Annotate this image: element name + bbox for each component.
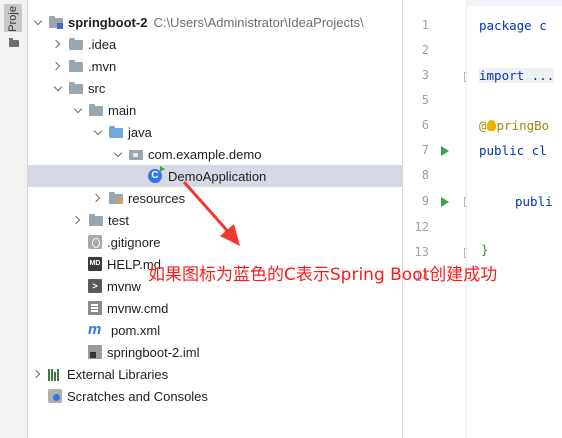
tree-item-label: com.example.demo <box>148 146 262 162</box>
project-tool-window-strip: Proje <box>0 0 28 438</box>
tree-item-label: pom.xml <box>111 322 161 338</box>
tree-item-label: External Libraries <box>67 366 169 382</box>
tree-row-mvn[interactable]: .mvn <box>28 55 402 77</box>
tree-row-mvnw-cmd[interactable]: mvnw.cmd <box>28 297 402 319</box>
code-line-package: package c <box>479 18 547 33</box>
line-number: 5 <box>421 93 429 107</box>
text-file-icon <box>88 301 102 315</box>
tree-item-label: .mvn <box>88 58 117 74</box>
annotation-text: pringBo <box>496 118 550 133</box>
gitignore-file-icon <box>88 235 102 249</box>
editor-top-highlight <box>467 0 562 6</box>
line-number: 6 <box>421 118 429 132</box>
markdown-file-icon: MD <box>88 257 102 271</box>
run-gutter-icon[interactable] <box>441 197 449 207</box>
tree-row-main[interactable]: main <box>28 99 402 121</box>
maven-pom-icon: m <box>88 321 102 338</box>
red-arrow-icon <box>182 181 240 246</box>
tree-item-label: java <box>128 124 152 140</box>
tree-row-com-example-demo[interactable]: com.example.demo <box>28 143 402 165</box>
chevron-down-icon[interactable] <box>92 126 104 138</box>
chevron-down-icon[interactable] <box>32 16 44 28</box>
tree-row-springboot-2[interactable]: springboot-2 C:\Users\Administrator\Idea… <box>28 11 402 33</box>
tree-item-label: mvnw <box>107 278 141 294</box>
chevron-right-icon[interactable] <box>72 214 84 226</box>
tree-item-label: src <box>88 80 106 96</box>
code-line-import: import ... <box>479 68 555 83</box>
code-line-method: publi <box>515 194 553 209</box>
line-number: 13 <box>414 245 429 259</box>
code-line-class: public cl <box>479 143 547 158</box>
editor-gutter: 1 2 3 5 6 7 8 9 12 13 14 <box>403 0 474 438</box>
tree-item-label: .gitignore <box>107 234 161 250</box>
line-number: 12 <box>414 220 429 234</box>
line-number: 3 <box>421 68 429 82</box>
code-line-close-brace: } <box>481 242 489 257</box>
tree-row-scratches[interactable]: Scratches and Consoles <box>28 385 402 407</box>
tree-row-external-libraries[interactable]: External Libraries <box>28 363 402 385</box>
line-number: 9 <box>421 194 429 208</box>
lightbulb-icon[interactable] <box>486 120 496 131</box>
tree-row-src[interactable]: src <box>28 77 402 99</box>
shell-script-icon: > <box>88 279 102 293</box>
tree-row-pom-xml[interactable]: m pom.xml <box>28 319 402 341</box>
tree-item-label: springboot-2.iml <box>107 344 200 360</box>
folder-icon <box>88 103 104 117</box>
module-folder-icon <box>48 15 64 29</box>
run-gutter-icon[interactable] <box>441 146 449 156</box>
scratches-icon <box>48 389 62 403</box>
folder-icon <box>68 59 84 73</box>
folder-icon <box>68 37 84 51</box>
chevron-right-icon[interactable] <box>32 368 44 380</box>
line-number: 1 <box>421 18 429 32</box>
tree-item-label: resources <box>128 190 186 206</box>
annotation-text: 如果图标为蓝色的C表示Spring Boot创建成功 <box>148 265 498 285</box>
folder-icon <box>68 81 84 95</box>
code-line-annotation: @ pringBo <box>479 118 549 133</box>
chevron-down-icon[interactable] <box>112 148 124 160</box>
chevron-right-icon[interactable] <box>92 192 104 204</box>
tree-row-idea[interactable]: .idea <box>28 33 402 55</box>
chevron-down-icon[interactable] <box>52 82 64 94</box>
chevron-down-icon[interactable] <box>72 104 84 116</box>
tree-item-label: Scratches and Consoles <box>67 388 208 404</box>
folder-icon <box>88 213 104 227</box>
resources-folder-icon <box>108 191 124 205</box>
module-file-icon <box>88 345 102 359</box>
project-tool-window-tab[interactable]: Proje <box>4 4 22 32</box>
project-tab-label: Proje <box>7 6 19 32</box>
tree-row-java[interactable]: java <box>28 121 402 143</box>
chevron-right-icon[interactable] <box>52 60 64 72</box>
package-icon <box>128 147 144 161</box>
project-path: C:\Users\Administrator\IdeaProjects\ <box>153 14 364 30</box>
tree-item-label: main <box>108 102 137 118</box>
tree-item-label: test <box>108 212 129 228</box>
annotation-prefix: @ <box>479 118 487 133</box>
java-class-icon: C <box>148 166 165 183</box>
tree-item-label: .idea <box>88 36 117 52</box>
line-number: 2 <box>421 43 429 57</box>
project-folder-icon[interactable] <box>9 38 19 47</box>
tree-row-springboot-2-iml[interactable]: springboot-2.iml <box>28 341 402 363</box>
code-editor[interactable]: package c import ... @ pringBo public cl … <box>466 0 562 438</box>
line-number: 8 <box>421 168 429 182</box>
tree-item-label: springboot-2 <box>68 14 148 30</box>
source-folder-icon <box>108 125 124 139</box>
line-number: 7 <box>421 143 429 157</box>
libraries-icon <box>48 367 62 381</box>
chevron-right-icon[interactable] <box>52 38 64 50</box>
tree-item-label: mvnw.cmd <box>107 300 169 316</box>
